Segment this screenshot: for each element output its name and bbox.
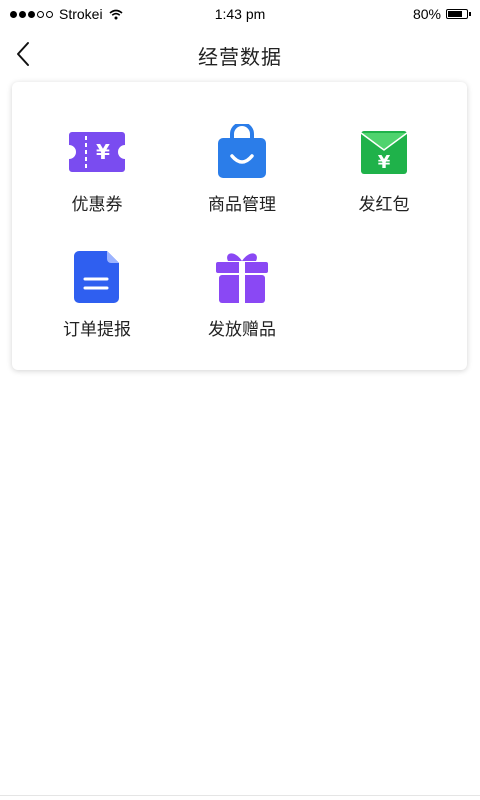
- battery-icon: [446, 9, 471, 19]
- grid-item-gift[interactable]: 发放赠品: [172, 247, 312, 357]
- grid-item-label: 发放赠品: [208, 320, 276, 340]
- status-time: 1:43 pm: [214, 6, 266, 22]
- document-icon: [67, 247, 127, 307]
- page-title: 经营数据: [198, 45, 282, 69]
- grid-item-label: 订单提报: [63, 320, 131, 340]
- grid-item-red-envelope[interactable]: ¥ 发红包: [314, 122, 454, 232]
- gift-icon: [212, 247, 272, 307]
- grid-item-label: 商品管理: [208, 195, 276, 215]
- grid-item-label: 优惠券: [71, 195, 123, 215]
- grid-item-product-management[interactable]: 商品管理: [172, 122, 312, 232]
- grid-item-order-report[interactable]: 订单提报: [27, 247, 167, 357]
- battery-info: 80%: [412, 6, 471, 22]
- grid-item-coupon[interactable]: ¥ 优惠券: [27, 122, 167, 232]
- bottom-divider: [0, 795, 480, 796]
- battery-percent: 80%: [412, 6, 441, 22]
- grid-item-label: 发红包: [358, 195, 410, 215]
- business-features-card: ¥ 优惠券 商品管理 ¥ 发红包 订单提报 发放赠品: [12, 82, 467, 370]
- navigation-bar: 经营数据: [0, 28, 480, 80]
- red-envelope-icon: ¥: [354, 122, 414, 182]
- status-bar: Strokei 1:43 pm 80%: [0, 0, 480, 28]
- svg-text:¥: ¥: [96, 140, 110, 164]
- shopping-bag-icon: [212, 122, 272, 182]
- coupon-icon: ¥: [67, 122, 127, 182]
- svg-text:¥: ¥: [378, 152, 391, 173]
